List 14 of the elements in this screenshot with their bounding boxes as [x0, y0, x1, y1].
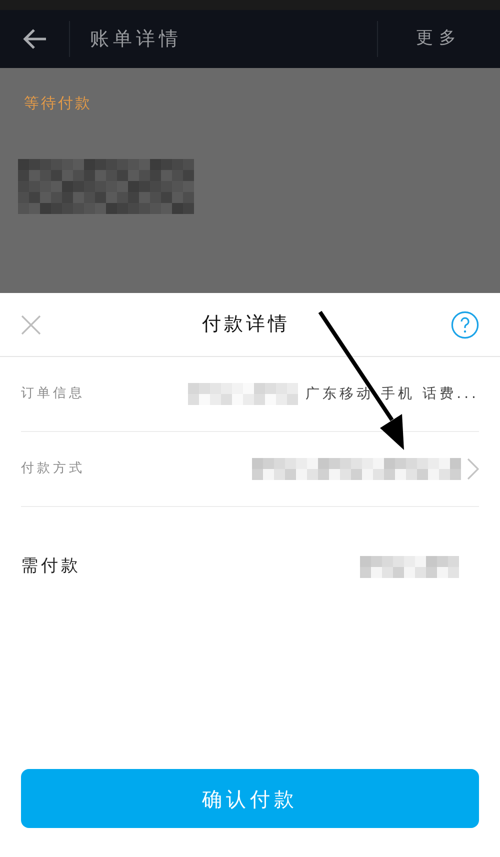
confirm-button[interactable]: 确认付款 — [21, 769, 479, 828]
help-icon[interactable] — [451, 310, 479, 338]
back-icon[interactable] — [22, 28, 48, 50]
payment-method-row[interactable]: 付款方式 — [21, 432, 479, 507]
more-button[interactable]: 更多 — [378, 26, 500, 52]
order-info-text: 广东移动 手机 话费... — [306, 384, 479, 404]
chevron-right-icon — [467, 458, 479, 480]
field-label: 订单信息 — [21, 385, 85, 404]
screen-title: 账单详情 — [90, 26, 183, 52]
close-icon[interactable] — [21, 314, 41, 334]
field-label: 付款方式 — [21, 460, 85, 478]
sheet-title: 付款详情 — [202, 312, 290, 338]
payment-status: 等待付款 — [24, 93, 93, 114]
amount-due-label: 需付款 — [21, 555, 81, 578]
